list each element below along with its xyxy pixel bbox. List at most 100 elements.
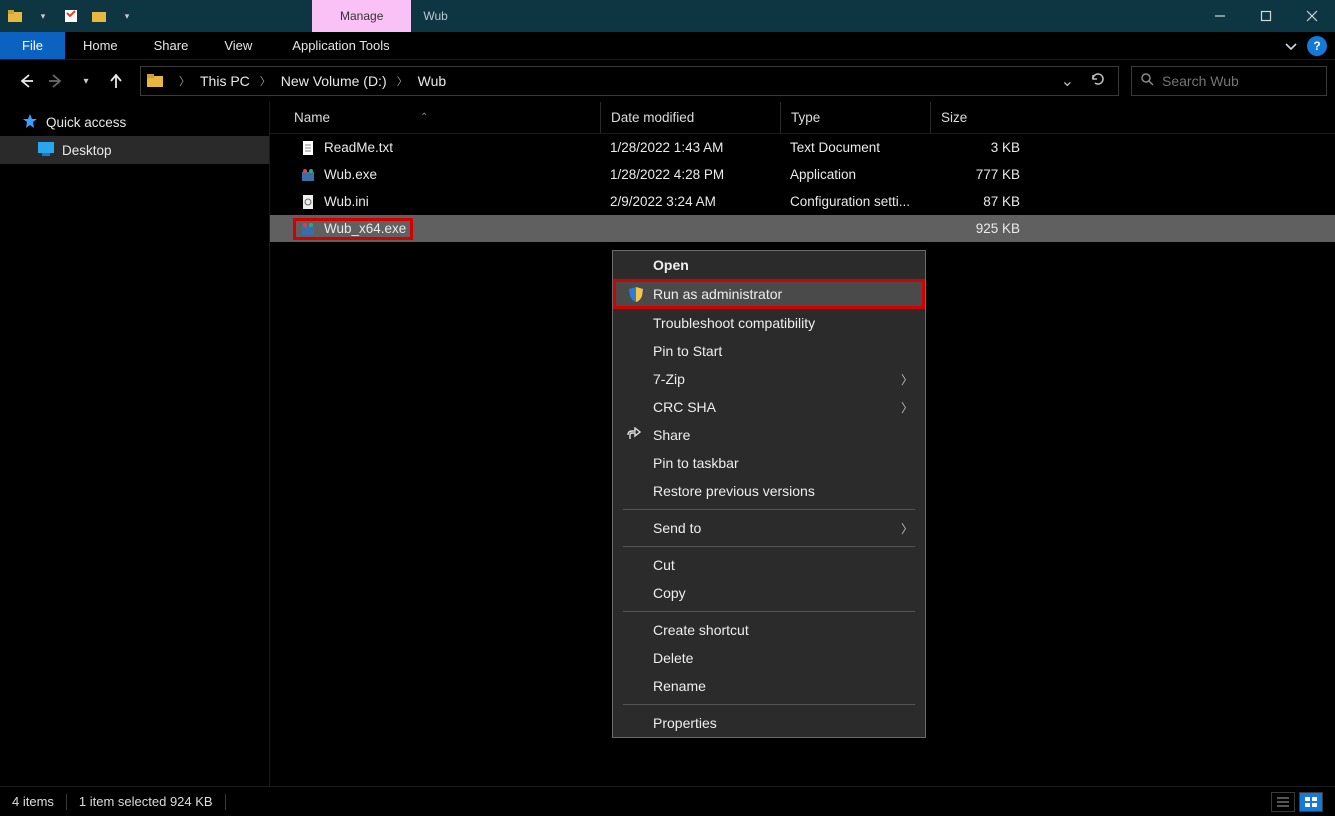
menu-share[interactable]: Share <box>613 421 925 449</box>
col-date[interactable]: Date modified <box>600 102 780 133</box>
menu-restore-versions[interactable]: Restore previous versions <box>613 477 925 505</box>
menu-cut[interactable]: Cut <box>613 551 925 579</box>
manage-tab[interactable]: Manage <box>312 0 411 32</box>
status-bar: 4 items 1 item selected 924 KB <box>0 786 1335 816</box>
file-row[interactable]: ReadMe.txt 1/28/2022 1:43 AMText Document… <box>270 134 1335 161</box>
chevron-right-icon: 〉 <box>901 371 913 388</box>
file-icon <box>300 140 316 156</box>
file-date: 2/9/2022 3:24 AM <box>600 194 780 209</box>
tab-share[interactable]: Share <box>136 32 207 59</box>
menu-send-to[interactable]: Send to〉 <box>613 514 925 542</box>
address-dropdown-icon[interactable]: ⌄ <box>1051 71 1084 91</box>
refresh-icon[interactable] <box>1084 71 1112 92</box>
column-headers: Name⌃ Date modified Type Size <box>270 102 1335 134</box>
status-selection: 1 item selected 924 KB <box>79 794 213 809</box>
chevron-down-icon[interactable]: ▾ <box>118 7 136 25</box>
chevron-right-icon[interactable]: 〉 <box>391 73 414 89</box>
properties-icon[interactable] <box>62 7 80 25</box>
menu-item-label: Share <box>653 427 690 443</box>
file-row[interactable]: Wub.ini 2/9/2022 3:24 AMConfiguration set… <box>270 188 1335 215</box>
file-size: 3 KB <box>930 140 1030 155</box>
menu-rename[interactable]: Rename <box>613 672 925 700</box>
sidebar-item-label: Desktop <box>62 143 112 158</box>
breadcrumb-volume[interactable]: New Volume (D:) <box>277 73 391 89</box>
title-bar: ▾ ▾ Manage Wub <box>0 0 1335 32</box>
chevron-right-icon[interactable]: 〉 <box>254 73 277 89</box>
file-icon <box>300 221 316 237</box>
menu-delete[interactable]: Delete <box>613 644 925 672</box>
file-row[interactable]: Wub_x64.exe 925 KB <box>270 215 1335 242</box>
status-item-count: 4 items <box>12 794 54 809</box>
context-menu: Open Run as administrator Troubleshoot c… <box>612 250 926 738</box>
chevron-right-icon[interactable]: 〉 <box>173 73 196 89</box>
menu-copy[interactable]: Copy <box>613 579 925 607</box>
chevron-down-icon[interactable]: ▾ <box>34 7 52 25</box>
folder-icon <box>6 7 24 25</box>
breadcrumb-this-pc[interactable]: This PC <box>196 73 254 89</box>
search-box[interactable] <box>1131 66 1327 96</box>
file-name: Wub.ini <box>324 194 369 209</box>
menu-7-zip[interactable]: 7-Zip〉 <box>613 365 925 393</box>
menu-pin-to-start[interactable]: Pin to Start <box>613 337 925 365</box>
back-button[interactable] <box>14 69 38 93</box>
star-icon <box>22 113 38 132</box>
file-icon <box>300 167 316 183</box>
menu-pin-taskbar[interactable]: Pin to taskbar <box>613 449 925 477</box>
sidebar-item-label: Quick access <box>46 115 126 130</box>
folder-icon <box>145 70 167 92</box>
new-folder-icon[interactable] <box>90 7 108 25</box>
menu-troubleshoot[interactable]: Troubleshoot compatibility <box>613 309 925 337</box>
file-name: ReadMe.txt <box>324 140 393 155</box>
forward-button[interactable] <box>44 69 68 93</box>
file-type: Text Document <box>780 140 930 155</box>
menu-create-shortcut[interactable]: Create shortcut <box>613 616 925 644</box>
col-type[interactable]: Type <box>780 102 930 133</box>
menu-properties[interactable]: Properties <box>613 709 925 737</box>
view-details-icon[interactable] <box>1271 792 1295 812</box>
file-size: 777 KB <box>930 167 1030 182</box>
sidebar-item-quick-access[interactable]: Quick access <box>0 108 269 136</box>
file-size: 87 KB <box>930 194 1030 209</box>
minimize-button[interactable] <box>1197 0 1243 32</box>
tab-application-tools[interactable]: Application Tools <box>274 32 407 59</box>
desktop-icon <box>38 142 54 159</box>
share-icon <box>625 427 641 443</box>
quick-access-toolbar: ▾ ▾ <box>0 0 142 32</box>
breadcrumb-folder[interactable]: Wub <box>414 73 451 89</box>
ribbon-tabs: File Home Share View Application Tools ? <box>0 32 1335 60</box>
menu-open[interactable]: Open <box>613 251 925 279</box>
view-thumbnails-icon[interactable] <box>1299 792 1323 812</box>
address-bar[interactable]: 〉 This PC 〉 New Volume (D:) 〉 Wub ⌄ <box>140 66 1119 96</box>
file-type: Configuration setti... <box>780 194 930 209</box>
file-name: Wub.exe <box>324 167 377 182</box>
shield-icon <box>628 286 644 302</box>
file-type: Application <box>780 167 930 182</box>
search-icon <box>1140 72 1154 91</box>
file-name: Wub_x64.exe <box>324 221 406 236</box>
file-tab[interactable]: File <box>0 32 65 59</box>
ribbon-collapse-icon[interactable] <box>1277 32 1305 59</box>
menu-crc-sha[interactable]: CRC SHA〉 <box>613 393 925 421</box>
nav-bar: ▾ 〉 This PC 〉 New Volume (D:) 〉 Wub ⌄ <box>0 60 1335 102</box>
tab-view[interactable]: View <box>206 32 270 59</box>
col-size[interactable]: Size <box>930 102 1030 133</box>
file-size: 925 KB <box>930 221 1030 236</box>
file-row[interactable]: Wub.exe 1/28/2022 4:28 PMApplication777 K… <box>270 161 1335 188</box>
sort-indicator-icon: ⌃ <box>420 112 428 123</box>
help-icon[interactable]: ? <box>1307 36 1327 56</box>
menu-item-label: Run as administrator <box>653 286 782 302</box>
sidebar: Quick access Desktop <box>0 102 270 786</box>
col-name[interactable]: Name⌃ <box>270 110 600 125</box>
up-button[interactable] <box>104 69 128 93</box>
menu-run-as-administrator[interactable]: Run as administrator <box>613 279 925 309</box>
chevron-right-icon: 〉 <box>901 399 913 416</box>
recent-locations-icon[interactable]: ▾ <box>74 69 98 93</box>
close-button[interactable] <box>1289 0 1335 32</box>
sidebar-item-desktop[interactable]: Desktop <box>0 136 269 164</box>
file-date: 1/28/2022 1:43 AM <box>600 140 780 155</box>
file-date: 1/28/2022 4:28 PM <box>600 167 780 182</box>
search-input[interactable] <box>1162 73 1335 89</box>
file-icon <box>300 194 316 210</box>
maximize-button[interactable] <box>1243 0 1289 32</box>
tab-home[interactable]: Home <box>65 32 136 59</box>
